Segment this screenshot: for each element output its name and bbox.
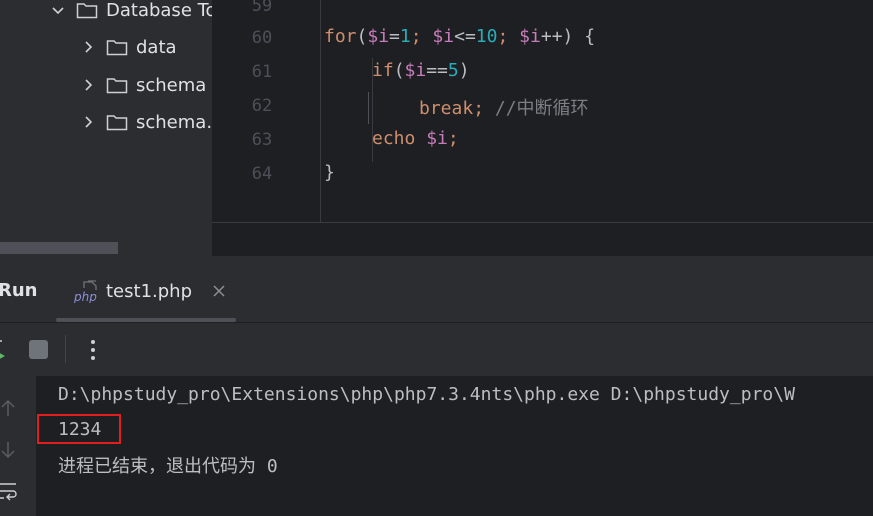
line-number: 63 xyxy=(251,130,273,150)
chevron-right-icon[interactable] xyxy=(80,77,96,93)
tree-item-schema-l[interactable]: schema.l xyxy=(80,104,212,140)
close-icon[interactable] xyxy=(212,284,226,298)
tab-test1-php[interactable]: php test1.php xyxy=(74,276,226,306)
toolbar-divider xyxy=(65,335,66,363)
line-number-gutter: 59 60 61 62 63 64 xyxy=(212,0,320,222)
line-number: 61 xyxy=(251,62,273,82)
code-line-62: break; //中断循环 xyxy=(419,94,589,120)
tree-item-schema[interactable]: schema xyxy=(80,67,206,103)
code-token: ; xyxy=(447,128,459,149)
tree-item-label: schema.l xyxy=(136,111,212,133)
code-token: ( xyxy=(393,60,405,81)
indent-guide xyxy=(368,92,369,124)
scroll-down-icon[interactable] xyxy=(0,440,16,460)
code-line-60: for($i=1; $i<=10; $i++) { xyxy=(324,26,595,47)
code-token: ; xyxy=(410,26,433,47)
line-number: 62 xyxy=(251,96,273,116)
code-token: if xyxy=(372,60,394,81)
console-exit-message: 进程已结束，退出代码为 0 xyxy=(58,456,278,477)
code-token: = xyxy=(389,26,400,47)
folder-icon xyxy=(106,78,128,94)
line-number: 64 xyxy=(251,164,273,184)
code-token: 1 xyxy=(399,26,411,47)
rerun-icon[interactable] xyxy=(0,337,10,363)
code-token: echo xyxy=(372,128,416,149)
code-comment: //中断循环 xyxy=(494,98,589,119)
code-token: ) xyxy=(458,60,470,81)
soft-wrap-icon[interactable] xyxy=(0,480,18,502)
code-token: $i xyxy=(426,128,448,149)
gutter-divider xyxy=(320,0,321,222)
console-side-toolbar xyxy=(0,376,36,516)
code-token: for xyxy=(324,26,357,47)
code-token: } xyxy=(324,162,335,183)
code-token: ( xyxy=(356,26,368,47)
folder-icon xyxy=(106,40,128,56)
chevron-right-icon[interactable] xyxy=(80,114,96,130)
svg-text:php: php xyxy=(74,290,97,303)
code-token: 5 xyxy=(447,60,459,81)
code-token: == xyxy=(426,60,448,81)
code-token: ; xyxy=(497,26,520,47)
folder-icon xyxy=(76,3,98,19)
code-token: 10 xyxy=(475,26,498,47)
code-token: $i xyxy=(367,26,390,47)
code-token: $i xyxy=(519,26,541,47)
code-token: ++) { xyxy=(540,26,596,47)
tree-item-label: data xyxy=(136,36,177,58)
tree-item-label: Database To xyxy=(106,0,212,21)
tree-item-data[interactable]: data xyxy=(80,29,177,65)
tree-item-label: schema xyxy=(136,74,207,96)
horizontal-scrollbar[interactable] xyxy=(0,242,118,254)
php-file-icon: php xyxy=(74,280,97,303)
line-number: 60 xyxy=(251,28,273,48)
code-token: $i xyxy=(432,26,455,47)
folder-icon xyxy=(106,115,128,131)
code-token: $i xyxy=(404,60,427,81)
code-editor[interactable]: 59 60 61 62 63 64 for($i=1; $i<=10; $i++… xyxy=(212,0,873,256)
code-line-64: } xyxy=(324,162,335,183)
code-token: ; xyxy=(473,98,495,119)
chevron-down-icon[interactable] xyxy=(50,2,66,18)
scroll-up-icon[interactable] xyxy=(0,398,16,418)
editor-bottom-border xyxy=(212,222,873,223)
tree-item-database-tools[interactable]: Database To xyxy=(50,0,212,28)
run-toolbar xyxy=(0,323,873,376)
run-panel-title: Run xyxy=(0,280,38,301)
output-highlight-box xyxy=(37,414,121,444)
console-output[interactable]: D:\phpstudy_pro\Extensions\php\php7.3.4n… xyxy=(36,376,873,516)
project-tree: Database To data schema schema.l xyxy=(0,0,212,256)
tab-label: test1.php xyxy=(106,280,193,302)
chevron-right-icon[interactable] xyxy=(80,39,96,55)
line-number: 59 xyxy=(251,0,273,16)
code-line-63: echo $i; xyxy=(372,128,459,149)
code-token: <= xyxy=(454,26,476,47)
code-token: break xyxy=(419,98,474,119)
stop-button[interactable] xyxy=(29,340,48,359)
code-line-61: if($i==5) xyxy=(372,60,470,81)
console-command-line: D:\phpstudy_pro\Extensions\php\php7.3.4n… xyxy=(58,384,795,405)
more-options-icon[interactable] xyxy=(88,338,98,362)
